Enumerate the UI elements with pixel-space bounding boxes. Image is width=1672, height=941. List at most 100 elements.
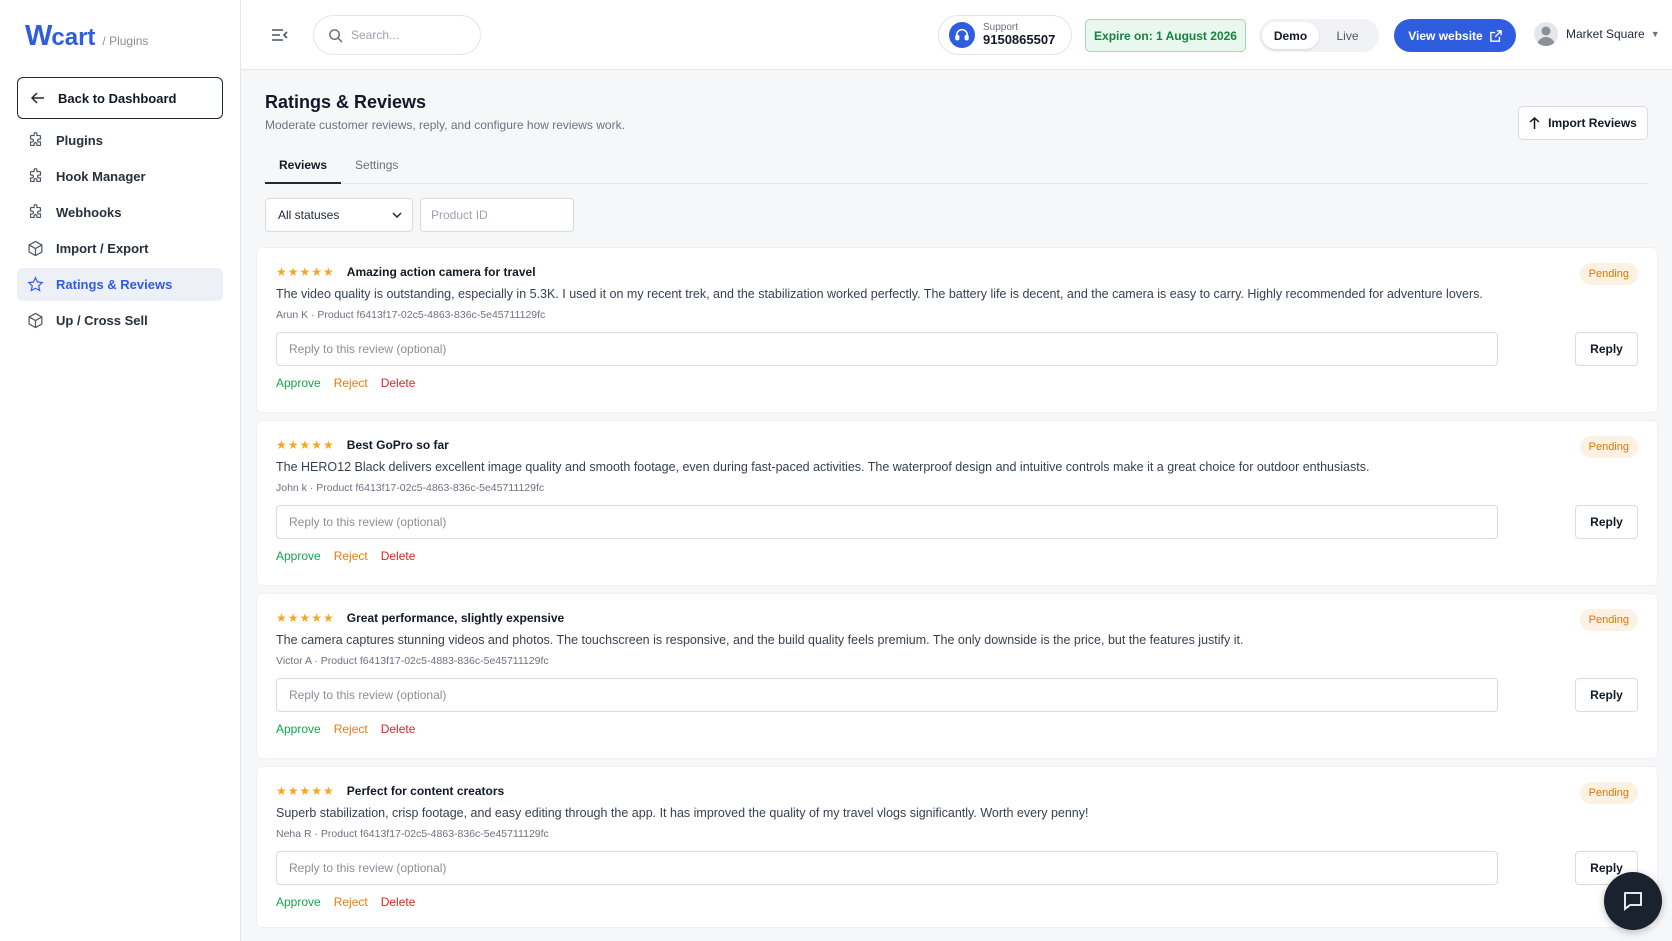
headset-icon <box>949 22 975 48</box>
expiry-badge: Expire on: 1 August 2026 <box>1085 19 1246 52</box>
sidebar-item-label: Plugins <box>56 133 103 148</box>
menu-collapse-icon[interactable] <box>271 27 289 46</box>
import-reviews-button[interactable]: Import Reviews <box>1518 106 1648 140</box>
review-meta: Arun K · Product f6413f17-02c5-4863-836c… <box>276 309 546 321</box>
sidebar-item-label: Webhooks <box>56 205 122 220</box>
sidebar-item-webhooks[interactable]: Webhooks <box>17 196 223 229</box>
tab-settings[interactable]: Settings <box>341 152 412 184</box>
puzzle-icon <box>26 204 44 222</box>
delete-link[interactable]: Delete <box>381 376 416 390</box>
chevron-down-icon <box>392 212 402 218</box>
approve-link[interactable]: Approve <box>276 895 321 909</box>
reply-button[interactable]: Reply <box>1575 332 1638 366</box>
chat-bubble-icon <box>1624 892 1642 911</box>
reply-input[interactable] <box>276 505 1498 539</box>
search-box[interactable] <box>313 15 481 55</box>
filters: All statuses <box>265 198 574 232</box>
delete-link[interactable]: Delete <box>381 549 416 563</box>
import-reviews-label: Import Reviews <box>1548 116 1637 130</box>
review-card: ★★★★★ Perfect for content creators Pendi… <box>257 767 1657 927</box>
sidebar-item-ratings-reviews[interactable]: Ratings & Reviews <box>17 268 223 301</box>
review-meta: Neha R · Product f6413f17-02c5-4863-836c… <box>276 828 549 840</box>
arrow-left-icon <box>30 92 44 104</box>
search-input[interactable] <box>351 28 461 42</box>
chat-button[interactable] <box>1604 872 1662 930</box>
view-website-button[interactable]: View website <box>1394 19 1516 52</box>
review-body: The HERO12 Black delivers excellent imag… <box>276 460 1370 474</box>
star-rating: ★★★★★ <box>276 784 335 798</box>
status-filter-select[interactable]: All statuses <box>265 198 413 232</box>
account-name: Market Square <box>1566 27 1645 41</box>
support-phone: 9150865507 <box>983 32 1056 48</box>
sidebar-item-label: Ratings & Reviews <box>56 277 173 292</box>
chevron-down-icon: ▼ <box>1650 29 1660 39</box>
approve-link[interactable]: Approve <box>276 376 321 390</box>
review-meta: Victor A · Product f6413f17-02c5-4883-83… <box>276 655 549 667</box>
status-filter-value: All statuses <box>278 208 340 222</box>
sidebar-item-label: Import / Export <box>56 241 149 256</box>
external-link-icon <box>1489 29 1502 42</box>
puzzle-icon <box>26 132 44 150</box>
sidebar-item-label: Up / Cross Sell <box>56 313 148 328</box>
reply-input[interactable] <box>276 678 1498 712</box>
logo-w: W <box>25 20 52 52</box>
review-card: ★★★★★ Amazing action camera for travel P… <box>257 248 1657 412</box>
review-card: ★★★★★ Great performance, slightly expens… <box>257 594 1657 758</box>
review-body: The camera captures stunning videos and … <box>276 633 1244 647</box>
logo-text: cart <box>51 24 96 51</box>
star-rating: ★★★★★ <box>276 611 335 625</box>
section-label: / Plugins <box>102 34 149 48</box>
sidebar-item-import-export[interactable]: Import / Export <box>17 232 223 265</box>
reply-button[interactable]: Reply <box>1575 505 1638 539</box>
reply-button[interactable]: Reply <box>1575 678 1638 712</box>
review-title: Amazing action camera for travel <box>346 265 536 279</box>
review-meta: John k · Product f6413f17-02c5-4863-836c… <box>276 482 545 494</box>
page-subtitle: Moderate customer reviews, reply, and co… <box>265 118 625 132</box>
upload-arrow-icon <box>1529 116 1540 129</box>
reject-link[interactable]: Reject <box>334 722 368 736</box>
box-icon <box>26 240 44 258</box>
sidebar-item-label: Hook Manager <box>56 169 146 184</box>
review-title: Perfect for content creators <box>346 784 505 798</box>
approve-link[interactable]: Approve <box>276 549 321 563</box>
reject-link[interactable]: Reject <box>334 549 368 563</box>
reply-input[interactable] <box>276 851 1498 885</box>
review-list: ★★★★★ Amazing action camera for travel P… <box>257 248 1672 936</box>
sidebar-item-plugins[interactable]: Plugins <box>17 124 223 157</box>
star-rating: ★★★★★ <box>276 438 335 452</box>
reply-input[interactable] <box>276 332 1498 366</box>
delete-link[interactable]: Delete <box>381 722 416 736</box>
review-body: The video quality is outstanding, especi… <box>276 287 1483 301</box>
reject-link[interactable]: Reject <box>334 895 368 909</box>
box-icon <box>26 312 44 330</box>
account-menu[interactable]: Market Square ▼ <box>1534 22 1660 46</box>
status-badge: Pending <box>1579 782 1638 804</box>
review-title: Best GoPro so far <box>346 438 449 452</box>
star-rating: ★★★★★ <box>276 265 335 279</box>
delete-link[interactable]: Delete <box>381 895 416 909</box>
tab-reviews[interactable]: Reviews <box>265 152 342 184</box>
tab-bar: Reviews Settings <box>265 152 1648 184</box>
puzzle-icon <box>26 168 44 186</box>
sidebar: W cart / Plugins Back to Dashboard Plugi… <box>0 0 241 941</box>
view-website-label: View website <box>1408 28 1483 43</box>
env-live-option[interactable]: Live <box>1319 22 1376 49</box>
env-demo-option[interactable]: Demo <box>1262 22 1319 49</box>
avatar <box>1534 22 1558 46</box>
sidebar-item-hook-manager[interactable]: Hook Manager <box>17 160 223 193</box>
brand-logo[interactable]: W cart / Plugins <box>25 20 148 53</box>
status-badge: Pending <box>1579 436 1638 458</box>
review-card: ★★★★★ Best GoPro so far Pending The HERO… <box>257 421 1657 585</box>
product-id-input[interactable] <box>420 198 574 232</box>
review-body: Superb stabilization, crisp footage, and… <box>276 806 1089 820</box>
back-label: Back to Dashboard <box>58 90 177 106</box>
status-badge: Pending <box>1579 263 1638 285</box>
review-title: Great performance, slightly expensive <box>346 611 565 625</box>
sidebar-item-up-cross-sell[interactable]: Up / Cross Sell <box>17 304 223 337</box>
back-to-dashboard-button[interactable]: Back to Dashboard <box>17 77 223 119</box>
main-content: Ratings & Reviews Moderate customer revi… <box>241 70 1672 941</box>
approve-link[interactable]: Approve <box>276 722 321 736</box>
reject-link[interactable]: Reject <box>334 376 368 390</box>
support-contact[interactable]: Support 9150865507 <box>938 15 1072 55</box>
environment-toggle[interactable]: Demo Live <box>1259 19 1379 52</box>
